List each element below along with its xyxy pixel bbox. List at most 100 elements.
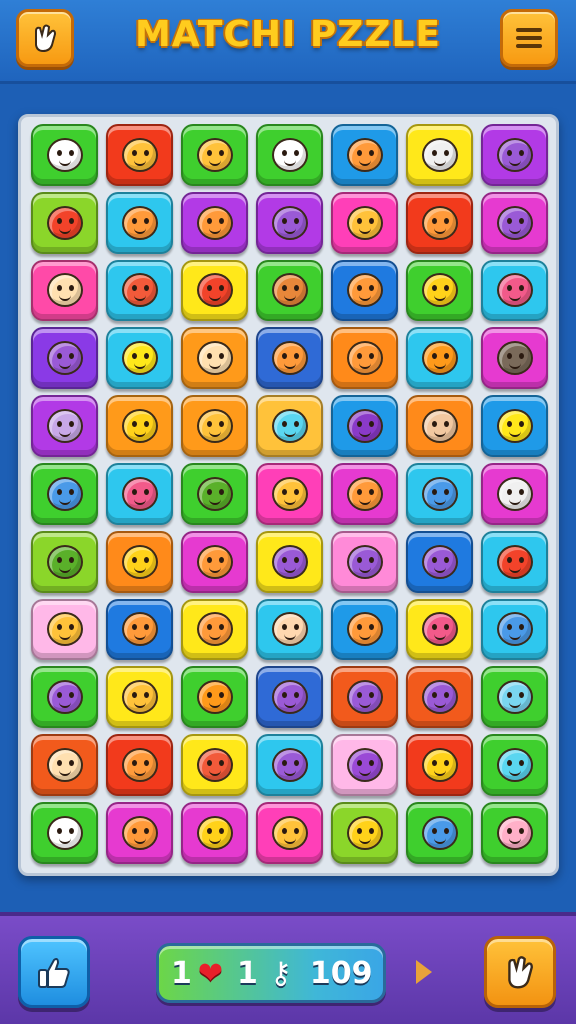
- game-tile[interactable]: [256, 327, 323, 390]
- game-tile[interactable]: [406, 327, 473, 390]
- game-tile[interactable]: [481, 259, 548, 322]
- game-tile[interactable]: [331, 598, 398, 661]
- game-tile[interactable]: [31, 327, 98, 390]
- hint-button[interactable]: [484, 936, 556, 1008]
- game-tile[interactable]: [331, 666, 398, 729]
- lemon-icon: [121, 409, 158, 444]
- game-tile[interactable]: [256, 598, 323, 661]
- game-tile[interactable]: [256, 666, 323, 729]
- game-tile[interactable]: [181, 191, 248, 254]
- game-tile[interactable]: [106, 191, 173, 254]
- game-tile[interactable]: [31, 666, 98, 729]
- game-tile[interactable]: [31, 191, 98, 254]
- house-icon: [46, 137, 83, 172]
- menu-button[interactable]: [500, 9, 558, 67]
- game-tile[interactable]: [31, 462, 98, 525]
- smiley-icon: [271, 815, 308, 850]
- game-tile[interactable]: [331, 259, 398, 322]
- game-tile[interactable]: [181, 734, 248, 796]
- game-tile[interactable]: [256, 259, 323, 322]
- game-tile[interactable]: [406, 666, 473, 729]
- game-tile[interactable]: [31, 530, 98, 593]
- game-tile[interactable]: [181, 259, 248, 322]
- game-tile[interactable]: [331, 801, 398, 864]
- game-tile[interactable]: [256, 462, 323, 525]
- game-tile[interactable]: [481, 598, 548, 661]
- game-tile[interactable]: [331, 530, 398, 593]
- hand-button[interactable]: [16, 9, 74, 67]
- play-arrow-icon[interactable]: [416, 960, 432, 984]
- game-tile[interactable]: [331, 191, 398, 254]
- box-icon: [421, 409, 458, 444]
- game-tile[interactable]: [181, 124, 248, 186]
- game-tile[interactable]: [331, 734, 398, 796]
- game-tile[interactable]: [106, 462, 173, 525]
- game-tile[interactable]: [106, 395, 173, 457]
- game-tile[interactable]: [106, 666, 173, 729]
- game-tile[interactable]: [31, 395, 98, 457]
- game-tile[interactable]: [256, 530, 323, 593]
- game-tile[interactable]: [481, 124, 548, 186]
- game-tile[interactable]: [106, 530, 173, 593]
- game-tile[interactable]: [481, 191, 548, 254]
- creature-icon: [346, 680, 383, 715]
- game-tile[interactable]: [331, 395, 398, 457]
- pencil-icon: [421, 476, 458, 511]
- thumbs-up-icon: [38, 958, 70, 988]
- game-tile[interactable]: [106, 801, 173, 864]
- game-tile[interactable]: [106, 734, 173, 796]
- game-tile[interactable]: [406, 801, 473, 864]
- game-tile[interactable]: [406, 191, 473, 254]
- game-tile[interactable]: [406, 598, 473, 661]
- game-tile[interactable]: [106, 124, 173, 186]
- game-tile[interactable]: [106, 259, 173, 322]
- game-tile[interactable]: [181, 801, 248, 864]
- game-tile[interactable]: [256, 395, 323, 457]
- game-tile[interactable]: [256, 191, 323, 254]
- game-tile[interactable]: [406, 462, 473, 525]
- smiley-icon: [46, 612, 83, 647]
- game-tile[interactable]: [31, 124, 98, 186]
- game-tile[interactable]: [31, 259, 98, 322]
- bear-icon: [46, 748, 83, 783]
- top-bar: MATCHI PZZLE: [0, 0, 576, 84]
- game-tile[interactable]: [481, 734, 548, 796]
- brush-icon: [496, 273, 533, 308]
- game-tile[interactable]: [481, 666, 548, 729]
- game-tile[interactable]: [31, 734, 98, 796]
- cat-face-icon: [271, 341, 308, 376]
- game-tile[interactable]: [481, 327, 548, 390]
- game-tile[interactable]: [106, 598, 173, 661]
- game-tile[interactable]: [256, 124, 323, 186]
- like-button[interactable]: [18, 936, 90, 1008]
- creature-icon: [46, 680, 83, 715]
- game-tile[interactable]: [406, 124, 473, 186]
- game-tile[interactable]: [31, 598, 98, 661]
- game-tile[interactable]: [256, 801, 323, 864]
- creature-icon: [496, 205, 533, 240]
- game-tile[interactable]: [406, 395, 473, 457]
- game-tile[interactable]: [181, 395, 248, 457]
- game-tile[interactable]: [406, 734, 473, 796]
- game-tile[interactable]: [181, 327, 248, 390]
- game-tile[interactable]: [181, 462, 248, 525]
- heart-icon: ❤: [197, 955, 224, 991]
- game-tile[interactable]: [331, 327, 398, 390]
- game-tile[interactable]: [481, 801, 548, 864]
- game-tile[interactable]: [181, 598, 248, 661]
- game-tile[interactable]: [181, 530, 248, 593]
- game-tile[interactable]: [406, 530, 473, 593]
- game-tile[interactable]: [406, 259, 473, 322]
- game-tile[interactable]: [331, 124, 398, 186]
- house-icon: [271, 137, 308, 172]
- game-tile[interactable]: [106, 327, 173, 390]
- game-tile[interactable]: [181, 666, 248, 729]
- game-tile[interactable]: [481, 530, 548, 593]
- hotdog-icon: [271, 273, 308, 308]
- game-tile[interactable]: [31, 801, 98, 864]
- game-tile[interactable]: [331, 462, 398, 525]
- smiley-icon: [196, 137, 233, 172]
- game-tile[interactable]: [481, 395, 548, 457]
- game-tile[interactable]: [481, 462, 548, 525]
- game-tile[interactable]: [256, 734, 323, 796]
